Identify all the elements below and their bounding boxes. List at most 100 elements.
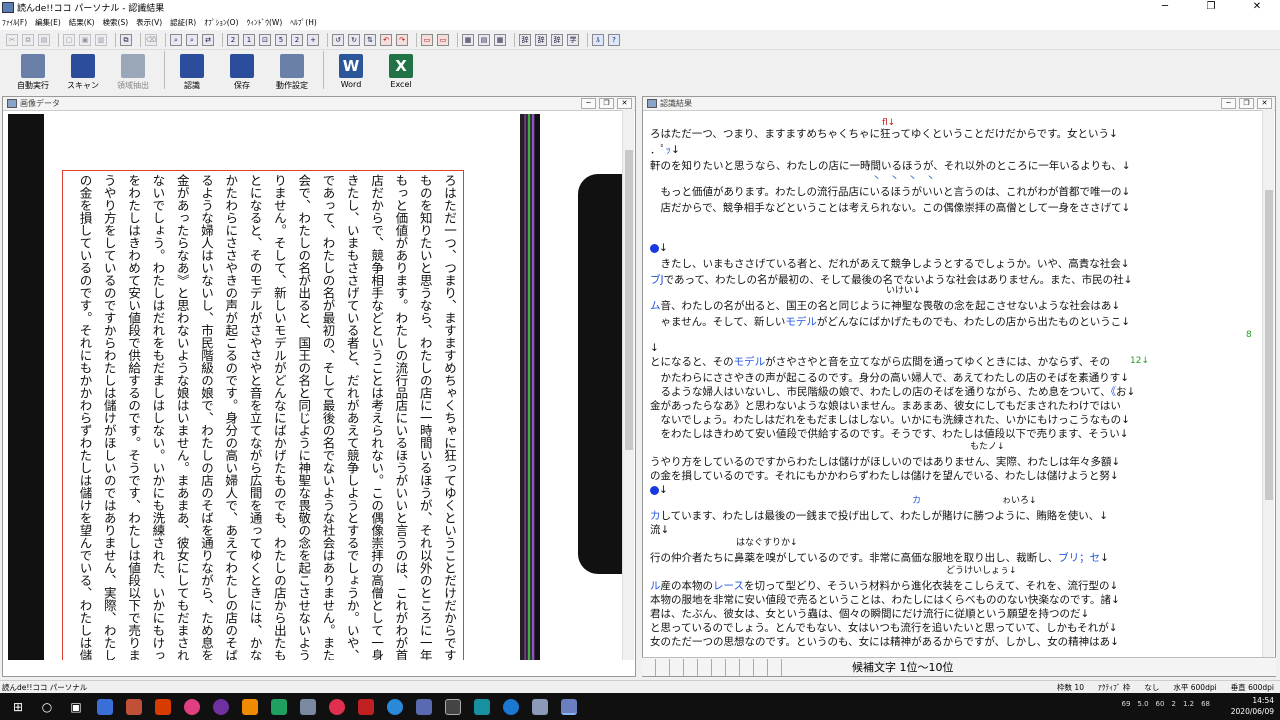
excel-button[interactable]: X Excel [378,51,424,91]
panel-maximize-button[interactable]: ❐ [599,98,614,109]
result-vertical-scrollbar[interactable] [1262,110,1274,657]
candidate-slot[interactable] [754,658,768,676]
word-button[interactable]: W Word [328,51,374,91]
app-teal-icon[interactable] [471,696,493,718]
frame-red-icon[interactable]: ▭ [421,33,433,46]
candidate-slot[interactable] [740,658,754,676]
menu-recognize[interactable]: 認証(R) [170,17,196,28]
dict-learn-icon[interactable]: 学 [567,33,579,46]
minimize-button[interactable]: ─ [1142,0,1188,14]
menu-search[interactable]: 検索(S) [103,17,129,28]
undo-icon[interactable]: ↶ [380,33,392,46]
app-green-icon[interactable] [268,696,290,718]
menu-file[interactable]: ﾌｧｲﾙ(F) [2,17,27,28]
vertical-text-column: 会で、わたしの名が出ると、国王の名と同じように神聖な畏敬の念を起こさせないよう [296,174,312,660]
scanned-image[interactable]: ろはただ一つ、つまり、ますますめちゃくちゃに狂ってゆくということだけだからですも… [8,114,622,660]
layout-table-icon[interactable]: ▦ [494,33,506,46]
eraser-icon[interactable]: ⌫ [145,33,157,46]
rotate-left-icon[interactable]: ↺ [332,33,344,46]
menu-edit[interactable]: 編集(E) [35,17,61,28]
cut-icon[interactable]: ✂ [6,33,18,46]
menu-help[interactable]: ﾍﾙﾌﾟ(H) [290,17,317,28]
find-next-icon[interactable]: ⌕ [186,33,198,46]
clock[interactable]: 14:54 2020/06/09 [1231,695,1274,717]
layout-grid-icon[interactable]: ▦ [462,33,474,46]
candidate-slot[interactable] [726,658,740,676]
replace-icon[interactable]: ⇄ [202,33,214,46]
zoom-fit-icon[interactable]: ⊡ [259,33,271,46]
result-scroll-thumb[interactable] [1265,190,1273,500]
redo-icon[interactable]: ↷ [396,33,408,46]
frame-edit-icon[interactable]: ▣ [79,33,91,46]
recognized-text[interactable]: ろはただ一つ、つまり、ますますめちゃくちゃに狂ってゆくということだけだからです。… [646,114,1262,657]
candidate-slot[interactable] [684,658,698,676]
recognize-button[interactable]: 認識 [169,51,215,91]
music-icon[interactable] [326,696,348,718]
ruby-icon[interactable]: ﾙ [592,33,604,46]
region-extract-button[interactable]: 領域抽出 [110,51,156,91]
menu-window[interactable]: ｳｨﾝﾄﾞｳ(W) [247,17,283,28]
layout-list-icon[interactable]: ▤ [478,33,490,46]
frame-icon[interactable]: ▢ [63,33,75,46]
app-mono-icon[interactable] [442,696,464,718]
vertical-text-column: 店だからで、競争相手などということは考えられない。この偶像崇拝の高僧として一身 [369,174,385,660]
menu-options[interactable]: ｵﾌﾟｼｮﾝ(O) [204,17,238,28]
dict-edit-icon[interactable]: 辞 [551,33,563,46]
zoom-in-icon[interactable]: + [307,33,319,46]
menu-view[interactable]: 表示(V) [136,17,162,28]
frame-red-edit-icon[interactable]: ▭ [437,33,449,46]
panel-minimize-button[interactable]: ─ [1221,98,1236,109]
vlc-icon[interactable] [239,696,261,718]
candidate-slot[interactable] [698,658,712,676]
copy-result-icon[interactable]: ⧉ [120,33,132,46]
frame-delete-icon[interactable]: ▥ [95,33,107,46]
save-button[interactable]: 保存 [219,51,265,91]
candidate-slot[interactable] [642,658,656,676]
candidate-slot[interactable] [768,658,782,676]
app-scan-icon[interactable] [529,696,551,718]
settings-button[interactable]: 動作設定 [269,51,315,91]
candidate-slot[interactable] [670,658,684,676]
app-pink-icon[interactable] [181,696,203,718]
edge-icon[interactable] [500,696,522,718]
flip-icon[interactable]: ⇅ [364,33,376,46]
candidate-slot[interactable] [712,658,726,676]
result-segment: ないでしょう。わたしはだれをもだましはしない。いかにも洗練された、いかにもけっこ… [650,414,1130,426]
zoom-200-icon[interactable]: 2 [227,33,239,46]
search-icon[interactable]: ○ [36,696,58,718]
panel-close-button[interactable]: ✕ [1257,98,1272,109]
image-scroll-thumb[interactable] [625,150,633,450]
rotate-right-icon[interactable]: ↻ [348,33,360,46]
zoom-25-icon[interactable]: 2 [291,33,303,46]
close-button[interactable]: ✕ [1234,0,1280,14]
find-icon[interactable]: ⌕ [170,33,182,46]
yomude-icon[interactable] [558,696,580,718]
dict-add-icon[interactable]: 辞 [535,33,547,46]
dict-icon[interactable]: 辞 [519,33,531,46]
apps-icon[interactable] [123,696,145,718]
maximize-button[interactable]: ❐ [1188,0,1234,14]
panel-close-button[interactable]: ✕ [617,98,632,109]
candidate-slot[interactable] [656,658,670,676]
image-vertical-scrollbar[interactable] [622,110,634,660]
app-grey-icon[interactable] [297,696,319,718]
zoom-50-icon[interactable]: 5 [275,33,287,46]
task-view-icon[interactable]: ▣ [65,696,87,718]
app-purple-icon[interactable] [210,696,232,718]
copy-icon[interactable]: ⧉ [22,33,34,46]
browser-icon[interactable] [384,696,406,718]
start-icon[interactable]: ⊞ [7,696,29,718]
panel-minimize-button[interactable]: ─ [581,98,596,109]
store-icon[interactable] [94,696,116,718]
panel-maximize-button[interactable]: ❐ [1239,98,1254,109]
scan-button[interactable]: スキャン [60,51,106,91]
auto-run-button[interactable]: 自動実行 [10,51,56,91]
app-mail-icon[interactable] [413,696,435,718]
help-icon[interactable]: ? [608,33,620,46]
app-red-icon[interactable] [355,696,377,718]
toolbar-divider [58,32,59,47]
menu-result[interactable]: 結果(K) [69,17,95,28]
zoom-100-icon[interactable]: 1 [243,33,255,46]
paste-icon[interactable]: ▤ [38,33,50,46]
office-icon[interactable] [152,696,174,718]
